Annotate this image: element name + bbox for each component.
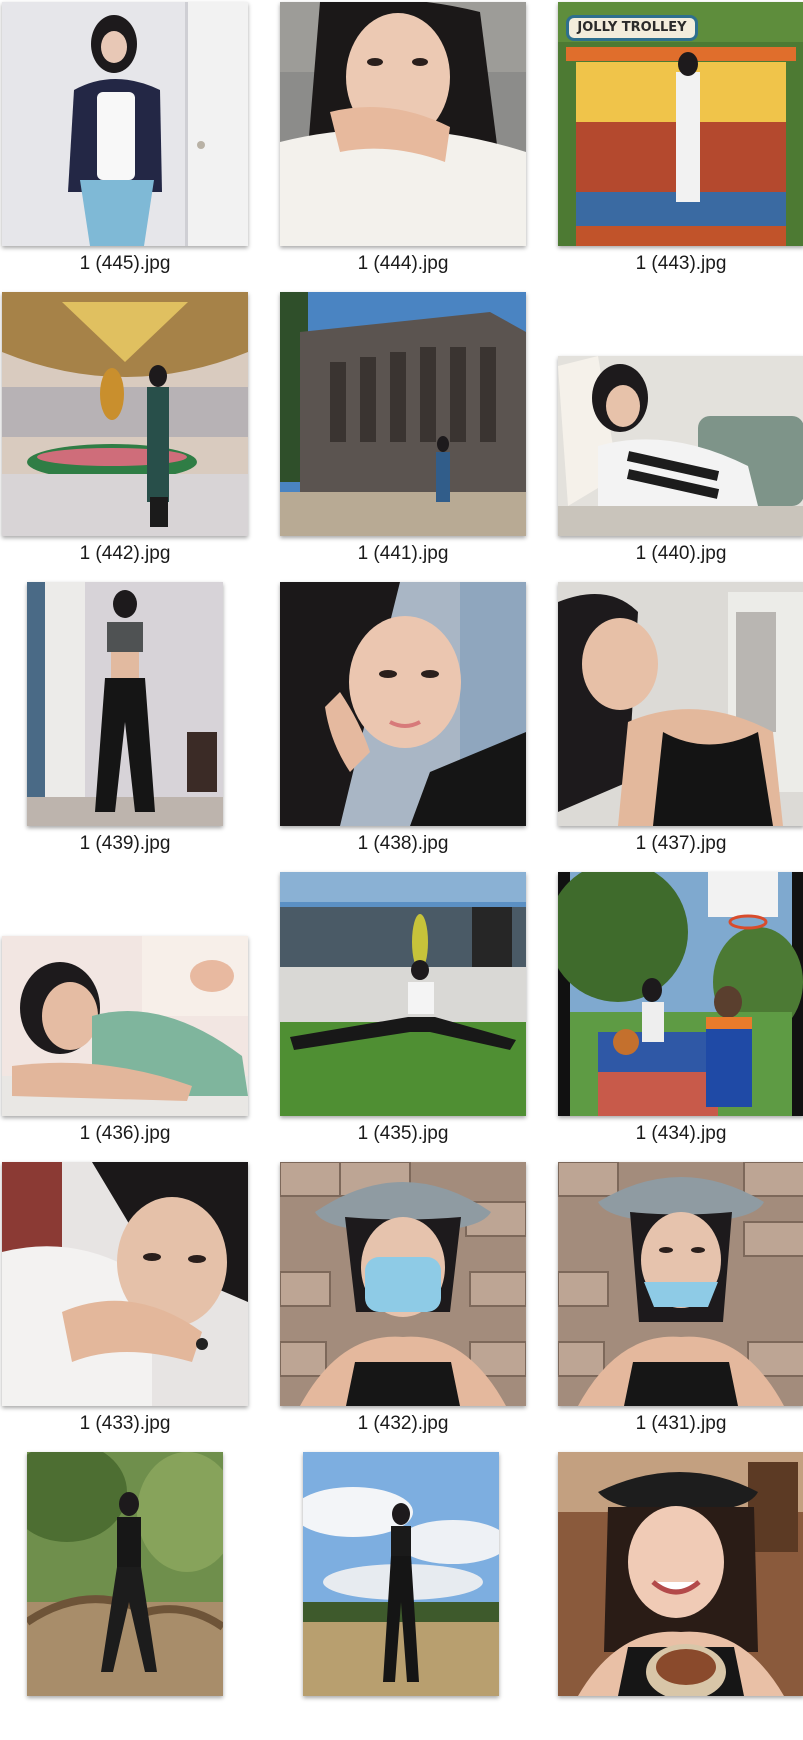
file-name-label: 1 (431).jpg [635, 1413, 727, 1434]
photo-thumbnail-icon [280, 292, 526, 536]
file-item[interactable]: 1 (437).jpg [556, 580, 803, 870]
file-item[interactable]: 1 (440).jpg [556, 290, 803, 580]
photo-thumbnail-icon [27, 1452, 223, 1696]
file-item[interactable] [278, 1450, 556, 1740]
file-item[interactable]: 1 (445).jpg [0, 0, 278, 290]
file-item[interactable]: 1 (431).jpg [556, 1160, 803, 1450]
file-name-label: 1 (437).jpg [635, 833, 727, 854]
photo-thumbnail-icon [558, 872, 803, 1116]
thumbnail-grid: 1 (445).jpg 1 (444).jpg JOLLY TROLLEY 1 … [0, 0, 803, 1696]
file-item[interactable]: 1 (436).jpg [0, 870, 278, 1160]
file-item[interactable]: 1 (439).jpg [0, 580, 278, 870]
file-item[interactable]: 1 (432).jpg [278, 1160, 556, 1450]
file-name-label: 1 (432).jpg [357, 1413, 449, 1434]
file-name-label: 1 (445).jpg [79, 253, 171, 274]
photo-thumbnail-icon [280, 2, 526, 246]
photo-thumbnail-icon [558, 356, 803, 536]
photo-thumbnail-icon [558, 582, 803, 826]
photo-thumbnail-icon [2, 1162, 248, 1406]
file-name-label: 1 (442).jpg [79, 543, 171, 564]
file-item[interactable]: 1 (438).jpg [278, 580, 556, 870]
file-item[interactable]: 1 (442).jpg [0, 290, 278, 580]
file-item[interactable]: 1 (444).jpg [278, 0, 556, 290]
photo-thumbnail-icon [558, 1452, 803, 1696]
file-name-label: 1 (436).jpg [79, 1123, 171, 1144]
photo-thumbnail-icon [280, 582, 526, 826]
file-name-label: 1 (433).jpg [79, 1413, 171, 1434]
file-item[interactable]: 1 (441).jpg [278, 290, 556, 580]
file-name-label: 1 (434).jpg [635, 1123, 727, 1144]
photo-thumbnail-icon [303, 1452, 499, 1696]
photo-thumbnail-icon [280, 1162, 526, 1406]
file-name-label: 1 (438).jpg [357, 833, 449, 854]
file-item[interactable]: 1 (435).jpg [278, 870, 556, 1160]
photo-thumbnail-icon [280, 872, 526, 1116]
photo-thumbnail-icon [2, 292, 248, 536]
photo-thumbnail-icon [558, 1162, 803, 1406]
file-name-label: 1 (435).jpg [357, 1123, 449, 1144]
file-name-label: 1 (443).jpg [635, 253, 727, 274]
file-item[interactable]: 1 (434).jpg [556, 870, 803, 1160]
file-name-label: 1 (439).jpg [79, 833, 171, 854]
photo-thumbnail-icon [2, 936, 248, 1116]
file-item[interactable]: 1 (433).jpg [0, 1160, 278, 1450]
file-name-label: 1 (444).jpg [357, 253, 449, 274]
file-name-label: 1 (440).jpg [635, 543, 727, 564]
file-name-label: 1 (441).jpg [357, 543, 449, 564]
photo-thumbnail-icon [2, 2, 248, 246]
file-item[interactable] [0, 1450, 278, 1740]
file-item[interactable]: JOLLY TROLLEY 1 (443).jpg [556, 0, 803, 290]
trolley-sign: JOLLY TROLLEY [566, 15, 698, 41]
photo-thumbnail-icon: JOLLY TROLLEY [558, 2, 803, 246]
file-item[interactable] [556, 1450, 803, 1740]
photo-thumbnail-icon [27, 582, 223, 826]
